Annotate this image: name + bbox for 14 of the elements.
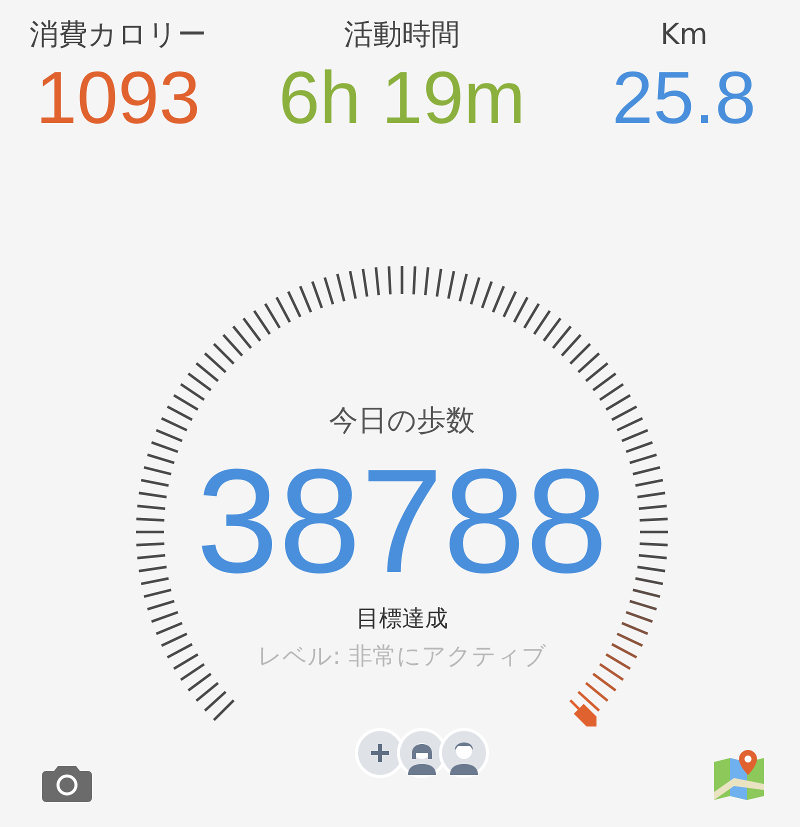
map-icon[interactable] bbox=[712, 748, 766, 802]
goal-status: 目標達成 bbox=[356, 605, 448, 634]
stat-value: 1093 bbox=[36, 56, 200, 140]
steps-title: 今日の歩数 bbox=[329, 402, 475, 439]
stat-label: 消費カロリー bbox=[30, 16, 206, 53]
stat-value: 25.8 bbox=[612, 56, 756, 140]
stat-label: Km bbox=[660, 16, 708, 53]
plus-icon bbox=[368, 741, 392, 765]
stat-value: 6h 19m bbox=[278, 56, 526, 140]
stat-label: 活動時間 bbox=[344, 16, 460, 53]
activity-level: レベル: 非常にアクティブ bbox=[258, 641, 546, 672]
step-count: 38788 bbox=[196, 442, 608, 602]
avatar-icon bbox=[439, 728, 489, 778]
gauge-pointer bbox=[574, 704, 596, 726]
